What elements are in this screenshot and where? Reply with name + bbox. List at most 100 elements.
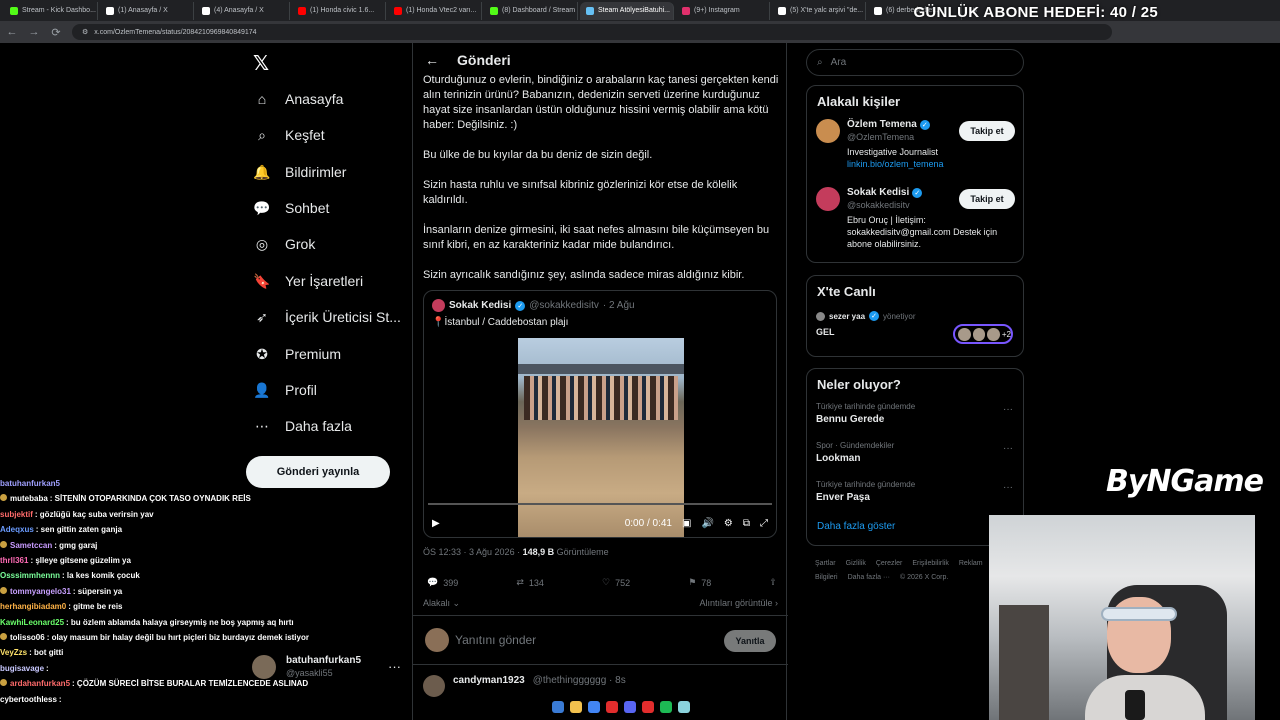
taskbar-app-icon[interactable] xyxy=(606,701,618,713)
post-paragraph: Bu ülke de bu kıyılar da bu deniz de siz… xyxy=(423,149,653,161)
verified-icon: ✓ xyxy=(919,119,930,130)
reply-action[interactable]: 💬 399 xyxy=(427,577,458,588)
avatar[interactable] xyxy=(816,187,840,211)
avatar[interactable] xyxy=(816,119,840,143)
show-more-link[interactable]: Daha fazla göster xyxy=(817,521,1013,532)
bookmark-action[interactable]: ⚑ 78 xyxy=(688,577,711,588)
quote-author-name[interactable]: Sokak Kedisi xyxy=(449,300,511,311)
nav-item-premium[interactable]: ✪ Premium xyxy=(253,342,341,366)
relevance-dropdown[interactable]: Alakalı ⌄ xyxy=(423,598,460,609)
more-icon[interactable]: ··· xyxy=(1003,404,1013,415)
quote-avatar[interactable] xyxy=(432,299,445,312)
follow-button[interactable]: Takip et xyxy=(959,121,1015,141)
person-name[interactable]: Özlem Temena ✓ xyxy=(847,119,930,130)
live-space[interactable]: sezer yaa ✓ yönetiyor GEL +2 xyxy=(807,307,1023,351)
captions-icon[interactable]: ▣ xyxy=(682,518,691,529)
avatar[interactable] xyxy=(423,675,445,697)
live-participants[interactable]: +2 xyxy=(953,324,1013,344)
footer-link[interactable]: Gizlilik xyxy=(846,560,866,567)
chat-username: tolisso06 xyxy=(10,633,45,643)
nav-item-person[interactable]: 👤 Profil xyxy=(253,378,317,402)
footer-link[interactable]: Erişilebilirlik xyxy=(912,560,949,567)
related-person[interactable]: Sokak Kedisi ✓ @sokakkedisitv Ebru Oruç | İ… xyxy=(807,185,1023,253)
tab-label: (1) Honda Vtec2 varı... xyxy=(406,7,477,14)
browser-tab[interactable]: (9+) Instagram xyxy=(676,1,770,20)
browser-tab[interactable]: (1) Honda Vtec2 varı... xyxy=(388,1,482,20)
person-name[interactable]: Sokak Kedisi ✓ xyxy=(847,187,923,198)
tab-favicon-icon xyxy=(682,6,690,15)
bookmark-count: 78 xyxy=(701,577,712,588)
relevance-row: Alakalı ⌄ Alıntıları görüntüle › xyxy=(423,598,778,609)
repost-action[interactable]: ⇄ 134 xyxy=(516,577,544,588)
search-box[interactable]: ⌕ Ara xyxy=(806,49,1024,76)
footer-link[interactable]: Şartlar xyxy=(815,560,836,567)
footer-link[interactable]: Çerezler xyxy=(876,560,902,567)
forward-icon[interactable]: → xyxy=(28,26,40,38)
browser-tab[interactable]: Steam AtölyesiBatuhi... xyxy=(580,1,674,20)
taskbar-app-icon[interactable] xyxy=(552,701,564,713)
taskbar-app-icon[interactable] xyxy=(570,701,582,713)
browser-tab[interactable]: Stream - Kick Dashbo... xyxy=(4,1,98,20)
nav-item-grok[interactable]: ◎ Grok xyxy=(253,232,315,256)
view-quotes-link[interactable]: Alıntıları görüntüle › xyxy=(699,598,778,609)
browser-tab[interactable]: (1) Anasayfa / X xyxy=(100,1,194,20)
nav-item-more[interactable]: ⋯ Daha fazla xyxy=(253,414,352,438)
chat-username: subjektif xyxy=(0,509,33,519)
person-link[interactable]: linkin.bio/ozlem_temena xyxy=(847,158,1017,170)
nav-item-bell[interactable]: 🔔 Bildirimler xyxy=(253,160,346,184)
reply-author-name[interactable]: candyman1923 xyxy=(453,675,525,697)
nav-item-chat[interactable]: 💬 Sohbet xyxy=(253,196,329,220)
more-icon[interactable]: ··· xyxy=(1003,443,1013,454)
trend-item[interactable]: Spor · Gündemdekiler Lookman ··· xyxy=(807,439,1023,478)
back-arrow-icon[interactable]: ← xyxy=(425,52,439,68)
account-switcher[interactable]: batuhanfurkan5 @yasakli55 ··· xyxy=(252,655,402,683)
nav-item-label: Profil xyxy=(285,382,317,398)
premium-icon: ✪ xyxy=(256,345,268,362)
share-action[interactable]: ⇪ xyxy=(769,577,777,588)
nav-item-home[interactable]: ⌂ Anasayfa xyxy=(253,87,344,111)
reply-item[interactable]: candyman1923 @thethingggggg · 8s xyxy=(423,675,778,697)
footer-link[interactable]: Daha fazla ··· xyxy=(848,574,890,581)
trend-topic: Bennu Gerede xyxy=(816,414,885,425)
tab-label: (5) X'te yalc arşivi "de... xyxy=(790,7,864,14)
nav-item-rocket[interactable]: ➶ İçerik Üreticisi St... xyxy=(253,305,401,329)
like-action[interactable]: ♡ 752 xyxy=(602,577,630,588)
play-icon[interactable]: ▶ xyxy=(432,518,440,529)
x-logo-icon[interactable]: 𝕏 xyxy=(253,51,269,76)
browser-tab[interactable]: (5) X'te yalc arşivi "de... xyxy=(772,1,866,20)
nav-item-search[interactable]: ⌕ Keşfet xyxy=(253,123,325,147)
more-icon[interactable]: ··· xyxy=(388,659,401,674)
fullscreen-icon[interactable]: ⤢ xyxy=(760,518,768,529)
follow-button[interactable]: Takip et xyxy=(959,189,1015,209)
trend-item[interactable]: Türkiye tarihinde gündemde Bennu Gerede ··… xyxy=(807,400,1023,439)
video-thumbnail[interactable] xyxy=(518,338,684,537)
related-person[interactable]: Özlem Temena ✓ @OzlemTemena Investigative J… xyxy=(807,117,1023,185)
taskbar-app-icon[interactable] xyxy=(588,701,600,713)
webcam-glasses xyxy=(1101,607,1177,621)
footer-link[interactable]: © 2026 X Corp. xyxy=(900,574,948,581)
person-icon: 👤 xyxy=(253,381,271,398)
volume-icon[interactable]: 🔊 xyxy=(701,518,713,529)
browser-tab[interactable]: (4) Anasayfa / X xyxy=(196,1,290,20)
post-time[interactable]: ÖS 12:33 · 3 Ağu 2026 · xyxy=(423,547,523,557)
trend-item[interactable]: Türkiye tarihinde gündemde Enver Paşa ··· xyxy=(807,478,1023,517)
reply-button[interactable]: Yanıtla xyxy=(724,630,776,652)
search-input[interactable]: Ara xyxy=(831,57,847,68)
pip-icon[interactable]: ⧉ xyxy=(743,518,750,529)
video-progress-bar[interactable] xyxy=(428,503,772,505)
back-icon[interactable]: ← xyxy=(6,26,18,38)
more-icon[interactable]: ··· xyxy=(1003,482,1013,493)
settings-icon[interactable]: ⚙ xyxy=(724,518,733,529)
browser-tab[interactable]: (8) Dashboard / Stream xyxy=(484,1,578,20)
taskbar-app-icon[interactable] xyxy=(624,701,636,713)
nav-item-bookmark[interactable]: 🔖 Yer İşaretleri xyxy=(253,269,363,293)
url-field[interactable]: ⚙ x.com/OzlemTemena/status/2084210969840… xyxy=(72,24,1112,40)
browser-tab[interactable]: (1) Honda civic 1.6... xyxy=(292,1,386,20)
quoted-post[interactable]: Sokak Kedisi ✓ @sokakkedisitv · 2 Ağu 📍İ… xyxy=(423,290,777,538)
taskbar-app-icon[interactable] xyxy=(642,701,654,713)
taskbar-app-icon[interactable] xyxy=(678,701,690,713)
site-info-icon[interactable]: ⚙ xyxy=(82,28,88,36)
taskbar-app-icon[interactable] xyxy=(660,701,672,713)
reload-icon[interactable]: ⟳ xyxy=(50,26,62,39)
reply-input[interactable]: Yanıtını gönder xyxy=(455,633,536,647)
